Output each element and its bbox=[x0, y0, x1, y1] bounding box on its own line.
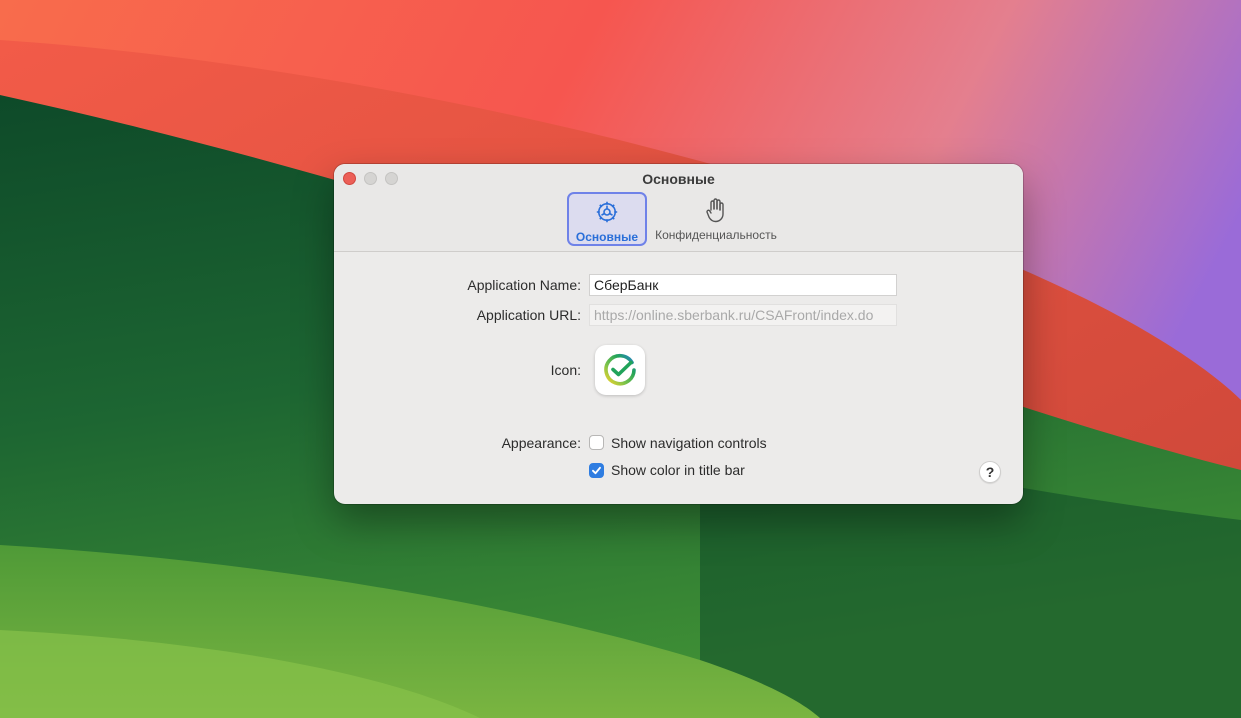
tab-privacy-label: Конфиденциальность bbox=[655, 228, 777, 242]
app-url-field: https://online.sberbank.ru/CSAFront/inde… bbox=[589, 304, 897, 326]
appearance-label: Appearance: bbox=[501, 435, 581, 451]
show-color-label[interactable]: Show color in title bar bbox=[611, 462, 745, 478]
window-toolbar: Основные Основные Конфиденциальность bbox=[334, 164, 1023, 252]
tab-general[interactable]: Основные bbox=[567, 192, 647, 246]
app-url-label: Application URL: bbox=[476, 307, 581, 323]
checkmark-icon bbox=[592, 466, 601, 475]
help-button[interactable]: ? bbox=[979, 461, 1001, 483]
app-name-label: Application Name: bbox=[467, 277, 581, 293]
show-color-checkbox[interactable] bbox=[589, 463, 604, 478]
window-title: Основные bbox=[642, 171, 715, 187]
app-name-field[interactable]: СберБанк bbox=[589, 274, 897, 296]
gear-icon bbox=[595, 199, 619, 225]
icon-label: Icon: bbox=[550, 362, 581, 378]
show-navigation-checkbox[interactable] bbox=[589, 435, 604, 450]
tab-privacy[interactable]: Конфиденциальность bbox=[650, 192, 782, 246]
hand-icon bbox=[705, 197, 727, 223]
show-navigation-label[interactable]: Show navigation controls bbox=[611, 435, 767, 451]
tab-general-label: Основные bbox=[575, 230, 639, 244]
sberbank-logo-icon bbox=[604, 353, 636, 386]
app-icon-well[interactable] bbox=[595, 345, 645, 395]
preferences-window: Основные Основные Конфиденциальность App… bbox=[334, 164, 1023, 504]
